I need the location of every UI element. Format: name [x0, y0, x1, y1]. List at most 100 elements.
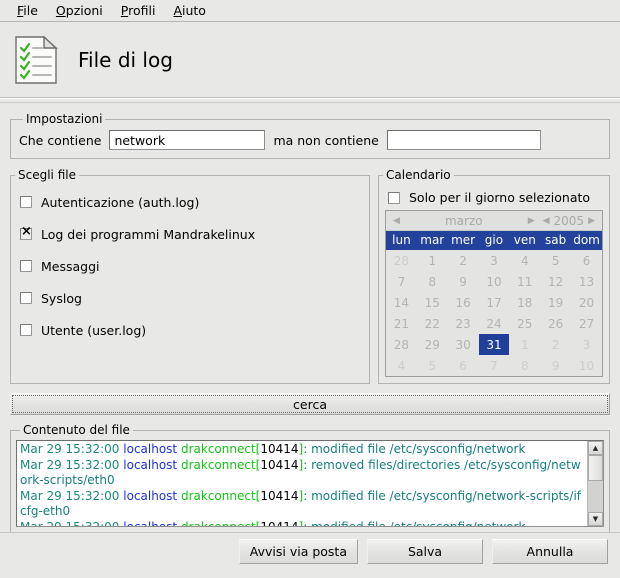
calendar-day-cell[interactable]: 8 — [417, 271, 448, 292]
calendar-week-row: 45678910 — [386, 355, 602, 376]
calendar-day-cell[interactable]: 28 — [386, 250, 417, 271]
calendar-day-cell[interactable]: 2 — [540, 334, 571, 355]
search-button[interactable]: cerca — [10, 393, 610, 415]
calendar-day-cell[interactable]: 5 — [417, 355, 448, 376]
calendar-day-cell[interactable]: 3 — [571, 334, 602, 355]
calendar-day-cell[interactable]: 6 — [448, 355, 479, 376]
menu-item-file[interactable]: File — [8, 1, 47, 20]
calendar-day-cell[interactable]: 8 — [509, 355, 540, 376]
calendar-day-cell[interactable]: 5 — [540, 250, 571, 271]
file-checkbox-row-0[interactable]: Autenticazione (auth.log) — [11, 186, 369, 218]
calendar-day-cell[interactable]: 25 — [509, 313, 540, 334]
file-checkbox-box-1[interactable] — [20, 228, 32, 240]
calendar-day-cell[interactable]: 24 — [479, 313, 510, 334]
log-content-view[interactable]: Mar 29 15:32:00 localhost drakconnect[10… — [16, 440, 604, 527]
calendar-day-cell[interactable]: 12 — [540, 271, 571, 292]
calendar-legend: Calendario — [383, 168, 454, 182]
menu-item-opzioni[interactable]: Opzioni — [47, 1, 112, 20]
calendar-day-cell[interactable]: 20 — [571, 292, 602, 313]
calendar-week-row: 28123456 — [386, 250, 602, 271]
menu-item-profili[interactable]: Profili — [112, 1, 165, 20]
calendar-day-cell[interactable]: 17 — [479, 292, 510, 313]
main-content: Impostazioni Che contiene ma non contien… — [0, 112, 620, 534]
footer-button-bar: Avvisi via posta Salva Annulla — [0, 532, 620, 578]
scrollbar-thumb[interactable] — [588, 455, 603, 481]
calendar-day-cell[interactable]: 7 — [479, 355, 510, 376]
calendar-day-cell[interactable]: 9 — [540, 355, 571, 376]
triangle-right-icon-year[interactable]: ▶ — [584, 216, 599, 226]
log-document-checklist-icon — [14, 36, 58, 84]
file-checkbox-list: Autenticazione (auth.log) Log dei program… — [11, 186, 369, 346]
triangle-up-icon[interactable]: ▲ — [588, 441, 603, 455]
file-checkbox-label-4: Utente (user.log) — [41, 323, 146, 338]
choose-files-legend: Scegli file — [15, 168, 79, 182]
only-selected-day-label: Solo per il giorno selezionato — [409, 190, 590, 205]
calendar-day-cell[interactable]: 4 — [509, 250, 540, 271]
scrollbar-track[interactable] — [588, 455, 603, 512]
triangle-left-icon-month[interactable]: ◀ — [389, 216, 404, 226]
log-scrollbar[interactable]: ▲ ▼ — [587, 441, 603, 526]
calendar-day-cell[interactable]: 11 — [509, 271, 540, 292]
calendar-weekday-dom: dom — [571, 231, 602, 250]
cancel-button[interactable]: Annulla — [492, 539, 608, 564]
calendar-year-block: ◀ 2005 ▶ — [539, 214, 599, 228]
file-checkbox-row-3[interactable]: Syslog — [11, 282, 369, 314]
calendar-day-cell[interactable]: 6 — [571, 250, 602, 271]
calendar-day-cell[interactable]: 21 — [386, 313, 417, 334]
calendar-day-cell[interactable]: 13 — [571, 271, 602, 292]
calendar-widget[interactable]: ◀ marzo ▶ ◀ 2005 ▶ lunmarmergiovensabdom… — [385, 210, 603, 377]
calendar-day-cell[interactable]: 3 — [479, 250, 510, 271]
calendar-day-cell[interactable]: 14 — [386, 292, 417, 313]
not-contains-input[interactable] — [387, 130, 541, 150]
calendar-day-cell[interactable]: 27 — [571, 313, 602, 334]
calendar-day-cell[interactable]: 28 — [386, 334, 417, 355]
file-checkbox-box-0[interactable] — [20, 196, 32, 208]
triangle-right-icon-month[interactable]: ▶ — [524, 216, 539, 226]
calendar-day-cell[interactable]: 18 — [509, 292, 540, 313]
calendar-day-cell[interactable]: 23 — [448, 313, 479, 334]
calendar-day-cell[interactable]: 30 — [448, 334, 479, 355]
calendar-day-cell[interactable]: 29 — [417, 334, 448, 355]
log-text-area[interactable]: Mar 29 15:32:00 localhost drakconnect[10… — [17, 441, 587, 526]
menu-item-aiuto[interactable]: Aiuto — [164, 1, 215, 20]
calendar-week-row: 28293031123 — [386, 334, 602, 355]
calendar-weekday-lun: lun — [386, 231, 417, 250]
calendar-day-cell[interactable]: 4 — [386, 355, 417, 376]
file-checkbox-label-3: Syslog — [41, 291, 82, 306]
calendar-weekday-ven: ven — [509, 231, 540, 250]
triangle-down-icon[interactable]: ▼ — [588, 512, 603, 526]
triangle-left-icon-year[interactable]: ◀ — [539, 216, 554, 226]
calendar-group: Calendario Solo per il giorno selezionat… — [378, 168, 610, 384]
header-divider — [0, 98, 620, 103]
contains-input[interactable] — [109, 130, 265, 150]
log-line: Mar 29 15:32:00 localhost drakconnect[10… — [20, 489, 584, 520]
calendar-day-cell[interactable]: 15 — [417, 292, 448, 313]
calendar-day-cell[interactable]: 31 — [479, 334, 510, 355]
calendar-day-cell[interactable]: 1 — [417, 250, 448, 271]
settings-group-legend: Impostazioni — [23, 112, 105, 126]
calendar-day-cell[interactable]: 19 — [540, 292, 571, 313]
file-checkbox-row-2[interactable]: Messaggi — [11, 250, 369, 282]
file-checkbox-label-0: Autenticazione (auth.log) — [41, 195, 199, 210]
file-checkbox-box-3[interactable] — [20, 292, 32, 304]
only-selected-day-checkbox[interactable]: Solo per il giorno selezionato — [379, 186, 609, 210]
mail-alerts-button[interactable]: Avvisi via posta — [239, 539, 358, 564]
calendar-day-cell[interactable]: 7 — [386, 271, 417, 292]
log-line: Mar 29 15:32:00 localhost drakconnect[10… — [20, 458, 584, 489]
calendar-day-cell[interactable]: 10 — [479, 271, 510, 292]
calendar-day-cell[interactable]: 26 — [540, 313, 571, 334]
file-checkbox-box-2[interactable] — [20, 260, 32, 272]
calendar-day-cell[interactable]: 22 — [417, 313, 448, 334]
only-selected-day-box[interactable] — [388, 192, 400, 204]
file-checkbox-box-4[interactable] — [20, 324, 32, 336]
calendar-day-cell[interactable]: 10 — [571, 355, 602, 376]
calendar-month-label: marzo — [404, 214, 524, 228]
calendar-day-cell[interactable]: 16 — [448, 292, 479, 313]
calendar-day-cell[interactable]: 2 — [448, 250, 479, 271]
file-checkbox-row-4[interactable]: Utente (user.log) — [11, 314, 369, 346]
save-button[interactable]: Salva — [367, 539, 483, 564]
settings-group: Impostazioni Che contiene ma non contien… — [10, 112, 610, 159]
calendar-day-cell[interactable]: 1 — [509, 334, 540, 355]
calendar-day-cell[interactable]: 9 — [448, 271, 479, 292]
file-checkbox-row-1[interactable]: Log dei programmi Mandrakelinux — [11, 218, 369, 250]
